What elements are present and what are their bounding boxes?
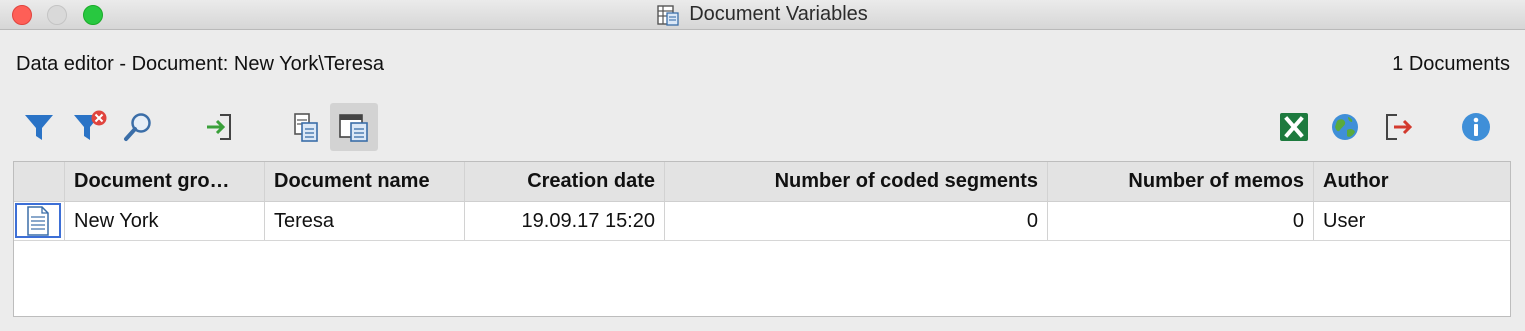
window-title-text: Document Variables bbox=[689, 3, 868, 25]
title-bar[interactable]: Document Variables bbox=[0, 0, 1525, 30]
remove-filter-icon bbox=[74, 110, 107, 140]
document-list-icon bbox=[294, 113, 318, 142]
document-variables-window: Document Variables Data editor - Documen… bbox=[0, 0, 1525, 331]
table-doc-icon bbox=[657, 4, 679, 26]
export-icon bbox=[1386, 114, 1413, 140]
cell-document-name[interactable]: Teresa bbox=[265, 202, 465, 240]
excel-export-icon bbox=[1280, 113, 1308, 141]
row-icon-cell[interactable] bbox=[14, 202, 65, 240]
search-button[interactable] bbox=[114, 103, 162, 151]
cell-coded-segments[interactable]: 0 bbox=[665, 202, 1048, 240]
column-header-creation-date[interactable]: Creation date bbox=[465, 162, 665, 201]
import-icon bbox=[207, 114, 231, 140]
table-row[interactable]: New York Teresa 19.09.17 15:20 0 0 User bbox=[14, 202, 1510, 241]
filter-button[interactable] bbox=[15, 103, 63, 151]
window-title: Document Variables bbox=[0, 0, 1525, 29]
document-count: 1 Documents bbox=[1392, 53, 1510, 75]
table-header-row: Document gro… Document name Creation dat… bbox=[14, 162, 1510, 202]
cell-memos[interactable]: 0 bbox=[1048, 202, 1314, 240]
cell-creation-date[interactable]: 19.09.17 15:20 bbox=[465, 202, 665, 240]
search-icon bbox=[124, 113, 151, 141]
info-button[interactable] bbox=[1452, 103, 1500, 151]
cell-author[interactable]: User bbox=[1314, 202, 1510, 240]
editor-label: Data editor - Document: New York\Teresa bbox=[16, 53, 384, 75]
cell-document-group[interactable]: New York bbox=[65, 202, 265, 240]
remove-filter-button[interactable] bbox=[66, 103, 114, 151]
export-button[interactable] bbox=[1374, 103, 1422, 151]
text-document-icon bbox=[27, 205, 49, 236]
column-header-memos[interactable]: Number of memos bbox=[1048, 162, 1314, 201]
column-header-coded-segments[interactable]: Number of coded segments bbox=[665, 162, 1048, 201]
column-header-document-group[interactable]: Document gro… bbox=[65, 162, 265, 201]
info-bar: Data editor - Document: New York\Teresa … bbox=[16, 53, 1510, 79]
document-list-button[interactable] bbox=[281, 103, 329, 151]
globe-icon bbox=[1332, 114, 1358, 140]
filter-icon bbox=[25, 115, 53, 140]
document-variables-table[interactable]: Document gro… Document name Creation dat… bbox=[13, 161, 1511, 317]
document-table-icon bbox=[339, 114, 368, 142]
excel-export-button[interactable] bbox=[1270, 103, 1318, 151]
document-table-button[interactable] bbox=[330, 103, 378, 151]
column-header-author[interactable]: Author bbox=[1314, 162, 1510, 201]
import-button[interactable] bbox=[195, 103, 243, 151]
web-export-button[interactable] bbox=[1321, 103, 1369, 151]
column-header-icon[interactable] bbox=[14, 162, 65, 201]
selected-cell[interactable] bbox=[15, 203, 61, 238]
info-icon bbox=[1462, 113, 1490, 141]
column-header-document-name[interactable]: Document name bbox=[265, 162, 465, 201]
